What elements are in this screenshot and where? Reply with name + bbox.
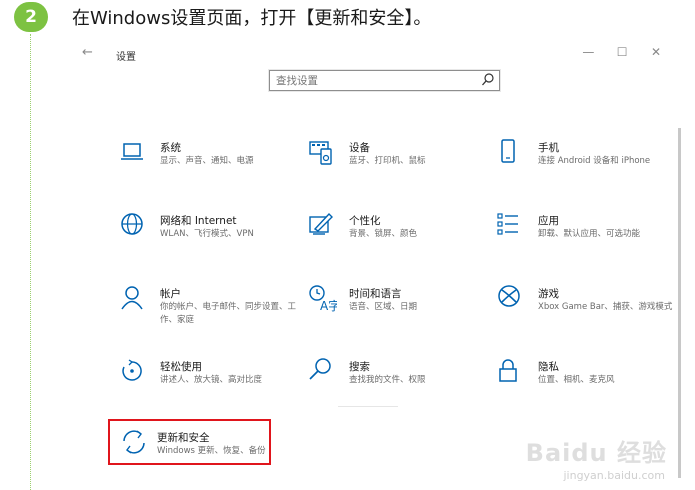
back-arrow-icon[interactable]: ← [82,45,93,60]
step-connector-line [30,34,31,490]
xbox-icon [498,285,520,307]
person-icon [121,286,143,310]
tile-title: 搜索 [349,361,370,373]
tile-apps[interactable]: 应用 卸载、默认应用、可选功能 [496,211,676,261]
step-instruction: 在Windows设置页面，打开【更新和安全】。 [72,8,432,29]
tile-personalization[interactable]: 个性化 背景、锁屏、颜色 [307,211,487,261]
time-language-icon: A字 [309,285,337,313]
laptop-icon [121,143,143,160]
tile-ease-of-access[interactable]: 轻松使用 讲述人、放大镜、高对比度 [118,357,298,407]
tile-description: 你的帐户、电子邮件、同步设置、工作、家庭 [160,302,297,325]
tile-title: 轻松使用 [160,361,202,373]
tile-gaming[interactable]: 游戏 Xbox Game Bar、捕获、游戏模式 [496,284,676,334]
tile-devices[interactable]: 设备 蓝牙、打印机、鼠标 [307,138,487,188]
tile-accounts[interactable]: 帐户 你的帐户、电子邮件、同步设置、工作、家庭 [118,284,298,334]
highlight-box [108,419,271,465]
tile-title: 时间和语言 [349,288,402,300]
tile-title: 隐私 [538,361,559,373]
watermark-url: jingyan.baidu.com [563,469,665,482]
tile-description: 卸载、默认应用、可选功能 [538,229,641,239]
tile-description: 语音、区域、日期 [349,302,418,312]
tile-description: WLAN、飞行模式、VPN [160,229,254,239]
personalization-icon [309,212,333,235]
tile-description: 查找我的文件、权限 [349,375,426,385]
tile-time-language[interactable]: A字 时间和语言 语音、区域、日期 [307,284,487,334]
tile-title: 应用 [538,215,559,227]
close-icon[interactable]: ✕ [641,45,671,59]
tile-title: 手机 [538,142,559,154]
tile-title: 系统 [160,142,181,154]
minimize-icon[interactable]: — [573,45,603,59]
tile-privacy[interactable]: 隐私 位置、相机、麦克风 [496,357,676,407]
tile-title: 网络和 Internet [160,215,237,227]
search-box[interactable] [269,70,500,91]
tile-title: 游戏 [538,288,559,300]
tile-title: 设备 [349,142,370,154]
tile-network[interactable]: 网络和 Internet WLAN、飞行模式、VPN [118,211,298,261]
phone-icon [501,139,515,163]
tile-description: 显示、声音、通知、电源 [160,156,254,166]
svg-text:A字: A字 [320,298,337,313]
tile-description: 位置、相机、麦克风 [538,375,615,385]
tile-search[interactable]: 搜索 查找我的文件、权限 [307,357,487,407]
tile-title: 个性化 [349,215,381,227]
divider [338,406,398,407]
search-icon[interactable] [481,72,495,88]
window-title: 设置 [116,52,136,63]
globe-icon [121,213,143,235]
ease-of-access-icon [122,359,142,381]
title-bar: ← 设置 — ☐ ✕ [76,40,681,70]
search-input[interactable] [276,73,476,88]
tile-description: 蓝牙、打印机、鼠标 [349,156,426,166]
tile-description: 连接 Android 设备和 iPhone [538,156,651,166]
maximize-icon[interactable]: ☐ [607,45,637,59]
search-icon [309,358,331,380]
tile-phone[interactable]: 手机 连接 Android 设备和 iPhone [496,138,676,188]
tile-system[interactable]: 系统 显示、声音、通知、电源 [118,138,298,188]
watermark-logo: Baidu 经验 [525,439,667,467]
window-controls: — ☐ ✕ [573,45,671,59]
apps-icon [497,213,518,235]
tile-description: 讲述人、放大镜、高对比度 [160,375,263,385]
tile-title: 帐户 [160,288,181,300]
lock-icon [499,359,517,382]
tile-description: 背景、锁屏、颜色 [349,229,418,239]
devices-icon [309,141,332,165]
step-number-badge: 2 [14,2,48,32]
tile-description: Xbox Game Bar、捕获、游戏模式 [538,302,673,312]
